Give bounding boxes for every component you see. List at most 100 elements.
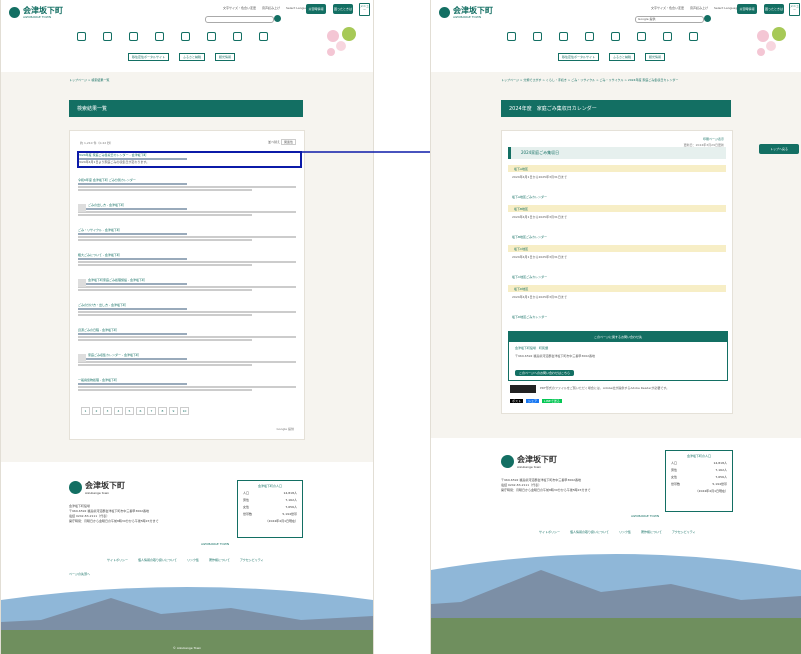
line-share-button[interactable]: LINEで送る bbox=[542, 399, 562, 403]
result-snippet-line bbox=[78, 286, 296, 288]
bc2-garbage[interactable]: ごみ・リサイクル bbox=[571, 78, 595, 82]
district-b-pdf-link[interactable]: 坂下B地区ごみカレンダー bbox=[512, 235, 547, 239]
results-summary: 約 1,210 件（0.22 秒） bbox=[80, 141, 114, 145]
search-result[interactable]: 会津坂下町家庭ごみ処理施設 - 会津坂下町 bbox=[78, 278, 296, 291]
subnav2-migration[interactable]: 移住定住ポータルサイト bbox=[558, 53, 600, 61]
menu-button-2[interactable]: メニュー bbox=[789, 3, 800, 16]
nav-icon-6[interactable] bbox=[207, 32, 216, 41]
subnav2-furusato[interactable]: ふるさと納税 bbox=[609, 53, 636, 61]
district-c-pdf-link[interactable]: 坂下C地区ごみカレンダー bbox=[512, 275, 547, 279]
subnav-furusato[interactable]: ふるさと納税 bbox=[179, 53, 206, 61]
search-result[interactable]: 資源ごみの日程 - 会津坂下町 bbox=[78, 328, 296, 341]
text-size-link[interactable]: 文字サイズ・色合い変更 bbox=[223, 6, 256, 10]
search-result[interactable]: 家庭ごみ収集カレンダー - 会津坂下町 bbox=[78, 353, 296, 366]
nav2-icon-1[interactable] bbox=[507, 32, 516, 41]
page-number[interactable]: 10 bbox=[180, 407, 189, 415]
page-number[interactable]: 5 bbox=[125, 407, 134, 415]
page-number[interactable]: 9 bbox=[169, 407, 178, 415]
inquiry-button[interactable]: このページへのお問い合わせはこちら bbox=[515, 370, 574, 376]
nav2-icon-5[interactable] bbox=[611, 32, 620, 41]
nav-icon-2[interactable] bbox=[103, 32, 112, 41]
site-logo[interactable]: 会津坂下町 AIZUBANGE TOWN bbox=[9, 6, 63, 19]
page-number[interactable]: 8 bbox=[158, 407, 167, 415]
speech-link[interactable]: 音声読み上げ bbox=[262, 6, 280, 10]
search-result[interactable]: ごみの分け方・出し方 - 会津坂下町 bbox=[78, 303, 296, 316]
sort-control[interactable]: 並べ替え 関連性 bbox=[268, 139, 296, 145]
page-number[interactable]: 3 bbox=[103, 407, 112, 415]
help-button-2[interactable]: 困ったときは bbox=[764, 4, 784, 14]
page-number[interactable]: 4 bbox=[114, 407, 123, 415]
search-input-2[interactable]: Google 提供 bbox=[635, 16, 704, 23]
breadcrumb-home[interactable]: トップページ bbox=[69, 78, 87, 82]
nav-icon-5[interactable] bbox=[181, 32, 190, 41]
bc2-category[interactable]: 分類でさがす bbox=[523, 78, 541, 82]
nav2-icon-2[interactable] bbox=[533, 32, 542, 41]
nav-icon-3[interactable] bbox=[129, 32, 138, 41]
footer2-link-privacy[interactable]: 個人情報の取り扱いについて bbox=[570, 530, 609, 534]
result-title[interactable]: ごみの分け方・出し方 - 会津坂下町 bbox=[78, 303, 296, 307]
nav-icon-4[interactable] bbox=[155, 32, 164, 41]
footer2-link-copyright[interactable]: 著作権について bbox=[641, 530, 662, 534]
nav2-icon-8[interactable] bbox=[689, 32, 698, 41]
subnav-migration[interactable]: 移住定住ポータルサイト bbox=[128, 53, 170, 61]
bc2-garbage-2[interactable]: ごみ・リサイクル bbox=[600, 78, 624, 82]
search-input[interactable] bbox=[205, 16, 274, 23]
page-top-link[interactable]: ページの先頭へ bbox=[69, 572, 90, 576]
nav-icon-7[interactable] bbox=[233, 32, 242, 41]
footer-link-privacy[interactable]: 個人情報の取り扱いについて bbox=[138, 558, 177, 562]
text-size-link-2[interactable]: 文字サイズ・色合い変更 bbox=[651, 6, 684, 10]
search-result[interactable]: ごみの出し方 - 会津坂下町 bbox=[78, 203, 296, 216]
district-d-pdf-link[interactable]: 坂下D地区ごみカレンダー bbox=[512, 315, 547, 319]
nav2-icon-7[interactable] bbox=[663, 32, 672, 41]
nav-icon-8[interactable] bbox=[259, 32, 268, 41]
subnav-tourism[interactable]: 観光情報 bbox=[215, 53, 236, 61]
page-number[interactable]: 2 bbox=[92, 407, 101, 415]
subnav2-tourism[interactable]: 観光情報 bbox=[645, 53, 666, 61]
result-title[interactable]: 会津坂下町家庭ごみ処理施設 - 会津坂下町 bbox=[78, 278, 296, 282]
nav2-icon-6[interactable] bbox=[637, 32, 646, 41]
pop2-row-households: 世帯数 5,194世帯 bbox=[671, 482, 727, 486]
disaster-info-button[interactable]: 災害時情報 bbox=[306, 4, 326, 14]
search-result[interactable]: 一般廃棄物処理 - 会津坂下町 bbox=[78, 378, 296, 391]
speech-link-2[interactable]: 音声読み上げ bbox=[690, 6, 708, 10]
disaster-info-button-2[interactable]: 災害時情報 bbox=[737, 4, 757, 14]
search-icon-2[interactable] bbox=[704, 15, 711, 22]
result-title[interactable]: 粗大ごみについて - 会津坂下町 bbox=[78, 253, 296, 257]
page-number[interactable]: 7 bbox=[147, 407, 156, 415]
search-result[interactable]: ごみ・リサイクル - 会津坂下町 bbox=[78, 228, 296, 241]
nav-icon-1[interactable] bbox=[77, 32, 86, 41]
search-icon[interactable] bbox=[274, 15, 281, 22]
district-a-pdf-link[interactable]: 坂下A地区ごみカレンダー bbox=[512, 195, 547, 199]
x-post-button[interactable]: ポスト bbox=[510, 399, 524, 403]
menu-button[interactable]: メニュー bbox=[359, 3, 370, 16]
result-title[interactable]: ごみ・リサイクル - 会津坂下町 bbox=[78, 228, 296, 232]
footer2-link-accessibility[interactable]: アクセシビリティ bbox=[672, 530, 696, 534]
side-top-button[interactable]: トップへ戻る bbox=[759, 144, 799, 154]
bc2-home[interactable]: トップページ bbox=[501, 78, 519, 82]
result-title[interactable]: 資源ごみの日程 - 会津坂下町 bbox=[78, 328, 296, 332]
result-title[interactable]: 家庭ごみ収集カレンダー - 会津坂下町 bbox=[78, 353, 296, 357]
search-result[interactable]: 粗大ごみについて - 会津坂下町 bbox=[78, 253, 296, 266]
search-result[interactable]: 令和6年度 会津坂下町 ごみ分別カレンダー bbox=[78, 178, 296, 191]
nav2-icon-3[interactable] bbox=[559, 32, 568, 41]
nav2-icon-4[interactable] bbox=[585, 32, 594, 41]
page-number[interactable]: 1 bbox=[81, 407, 90, 415]
language-link-2[interactable]: Select Language bbox=[714, 6, 739, 10]
result-title[interactable]: ごみの出し方 - 会津坂下町 bbox=[78, 203, 296, 207]
adobe-reader-badge[interactable] bbox=[510, 385, 536, 393]
result-title[interactable]: 令和6年度 会津坂下町 ごみ分別カレンダー bbox=[78, 178, 296, 182]
help-button[interactable]: 困ったときは bbox=[333, 4, 353, 14]
footer2-link-links[interactable]: リンク集 bbox=[619, 530, 631, 534]
footer-link-policy[interactable]: サイトポリシー bbox=[107, 558, 128, 562]
footer-link-accessibility[interactable]: アクセシビリティ bbox=[240, 558, 264, 562]
page-number[interactable]: 6 bbox=[136, 407, 145, 415]
pop2-label-male: 男性 bbox=[671, 468, 678, 472]
footer-link-links[interactable]: リンク集 bbox=[187, 558, 199, 562]
bc2-living[interactable]: くらし・手続き bbox=[546, 78, 567, 82]
print-link[interactable]: 印刷ページ表示 bbox=[703, 137, 724, 141]
facebook-share-button[interactable]: シェア bbox=[526, 399, 540, 403]
result-title[interactable]: 一般廃棄物処理 - 会津坂下町 bbox=[78, 378, 296, 382]
footer2-link-policy[interactable]: サイトポリシー bbox=[539, 530, 560, 534]
site-logo-2[interactable]: 会津坂下町 AIZUBANGE TOWN bbox=[439, 6, 493, 19]
footer-link-copyright[interactable]: 著作権について bbox=[209, 558, 230, 562]
